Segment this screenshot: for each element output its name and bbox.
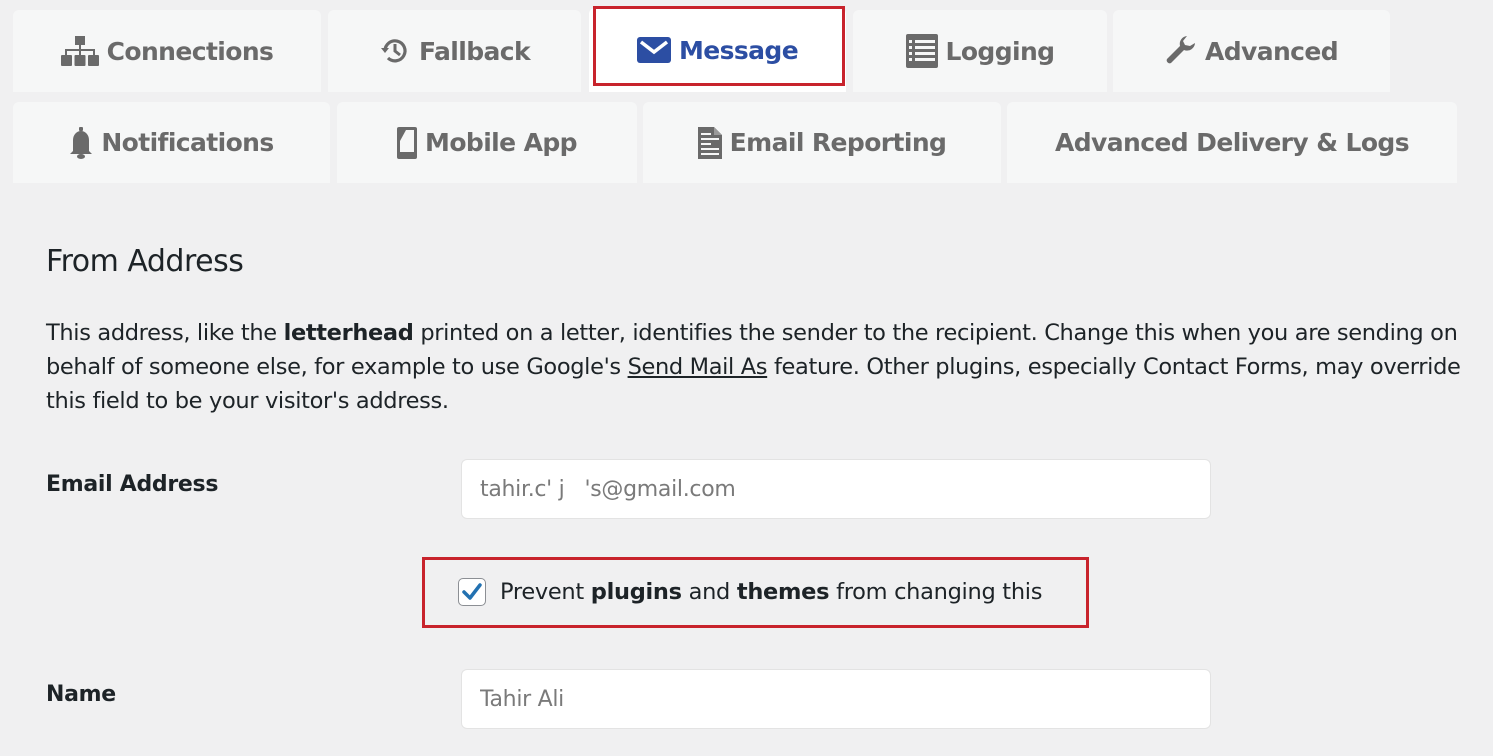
section-description: This address, like the letterhead printe… [46,320,1461,414]
tab-message[interactable]: Message [589,8,846,92]
tab-label: Connections [106,36,274,66]
history-icon [379,35,411,67]
bold-letterhead: letterhead [283,320,414,346]
section-heading: From Address [46,244,244,279]
checkmark-icon [462,583,482,600]
mobile-icon [397,126,418,159]
send-mail-as-link[interactable]: Send Mail As [628,354,768,380]
tab-advanced[interactable]: Advanced [1113,10,1390,92]
email-address-input[interactable] [461,459,1211,519]
tab-mobile-app[interactable]: Mobile App [337,102,637,183]
name-input[interactable] [461,669,1211,729]
tab-label: Email Reporting [729,128,947,157]
tab-label: Mobile App [425,128,577,157]
list-icon [905,34,938,68]
tab-label: Advanced [1204,36,1339,66]
tab-label: Notifications [101,128,274,157]
wrench-icon [1165,35,1197,67]
sitemap-icon [60,36,99,66]
name-label: Name [46,682,116,707]
tab-label: Message [678,35,799,65]
tab-advanced-delivery-logs[interactable]: Advanced Delivery & Logs [1007,102,1457,183]
tab-label: Logging [945,36,1056,66]
bell-icon [69,126,93,159]
tab-fallback[interactable]: Fallback [328,10,581,92]
tab-logging[interactable]: Logging [853,10,1107,92]
prevent-override-label[interactable]: Prevent plugins and themes from changing… [500,579,1042,605]
email-address-label: Email Address [46,472,219,497]
tab-label: Fallback [418,36,531,66]
tab-notifications[interactable]: Notifications [13,102,330,183]
tab-connections[interactable]: Connections [13,10,321,92]
document-icon [697,126,722,159]
envelope-icon [636,37,671,63]
tab-label: Advanced Delivery & Logs [1055,128,1410,157]
tab-email-reporting[interactable]: Email Reporting [643,102,1001,183]
prevent-override-checkbox[interactable] [458,578,486,606]
prevent-override-row: Prevent plugins and themes from changing… [458,578,1042,606]
